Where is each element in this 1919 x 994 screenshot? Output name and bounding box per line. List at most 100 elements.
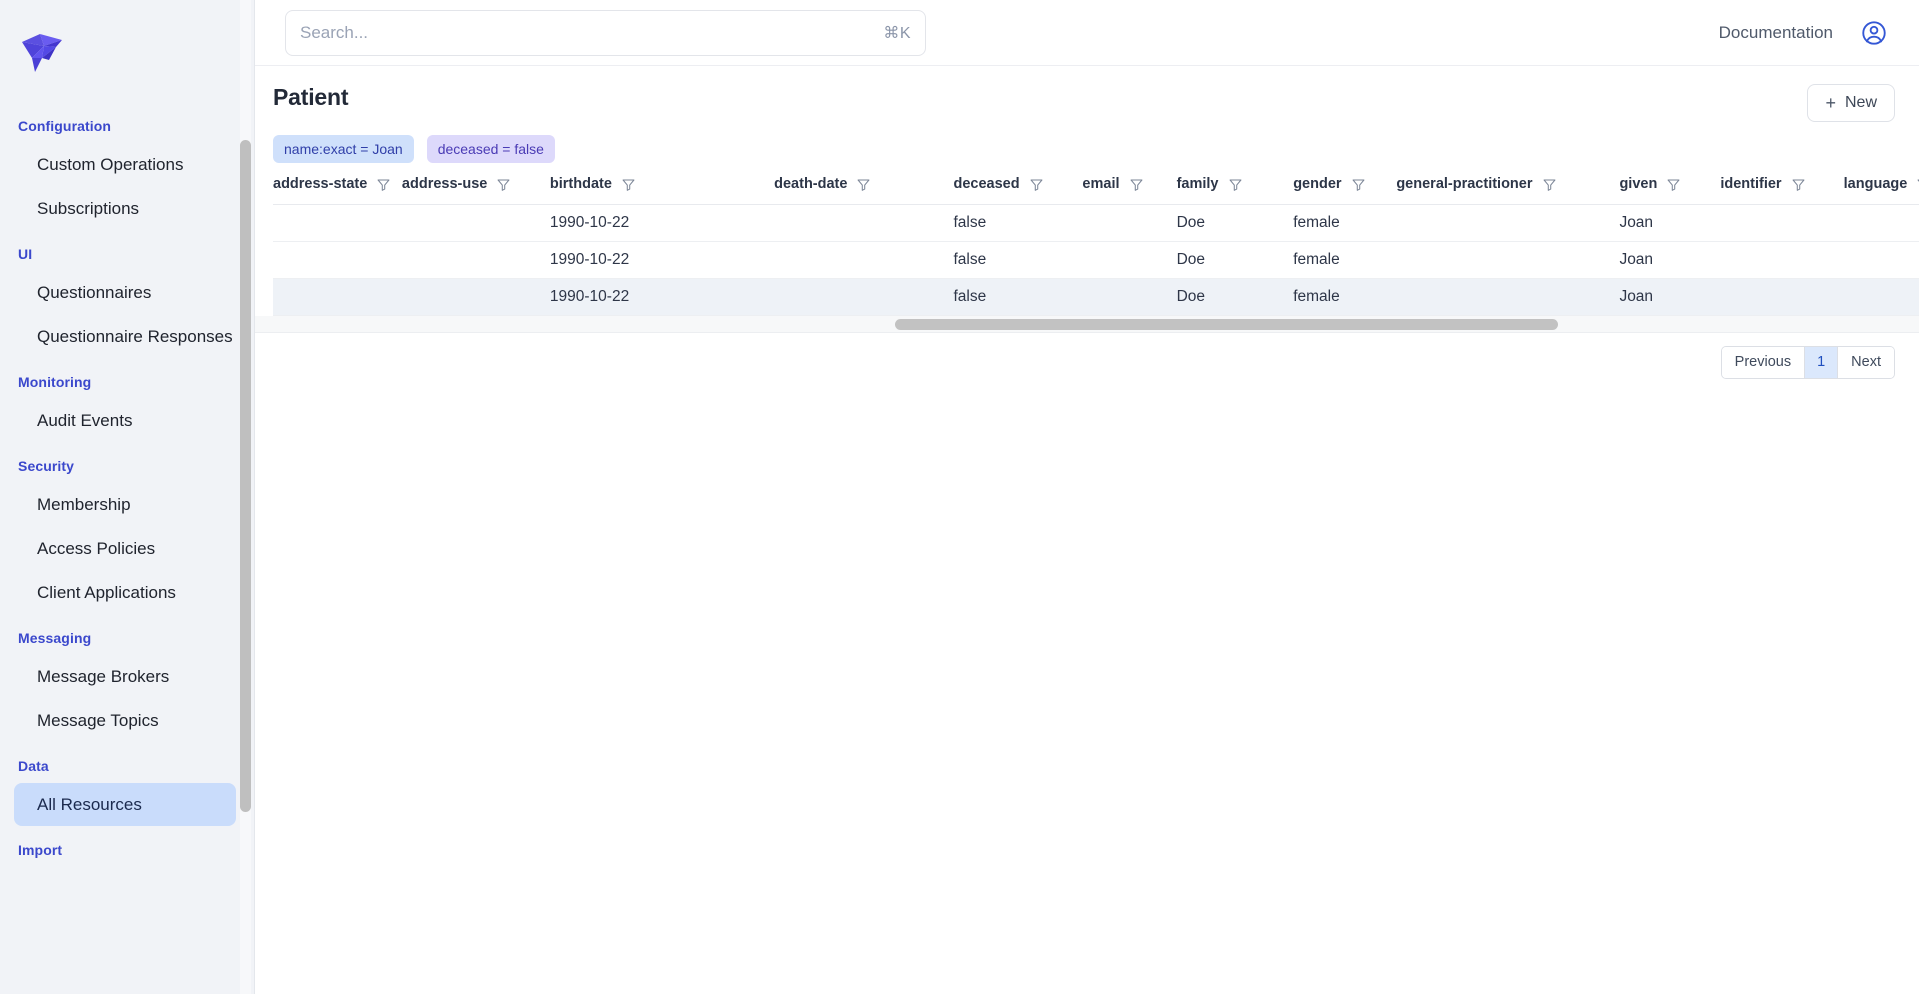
column-header-family[interactable]: family — [1176, 171, 1294, 205]
cell-birthdate: 1990-10-22 — [549, 278, 775, 316]
resource-table-container: address-state address-use birthdate death-d… — [255, 171, 1919, 333]
filter-funnel-icon[interactable] — [1228, 177, 1243, 192]
sidebar-item-access-policies[interactable]: Access Policies — [14, 527, 236, 570]
cell-address-state — [273, 204, 402, 242]
filter-chip-deceased[interactable]: deceased = false — [426, 135, 555, 163]
cell-email — [1082, 241, 1177, 279]
column-header-label: general-practitioner — [1396, 176, 1533, 192]
cell-death-date — [774, 204, 954, 242]
filter-funnel-icon[interactable] — [1351, 177, 1366, 192]
table-row[interactable]: 1990-10-22falseDoefemaleJoanJoan Doe — [273, 241, 1919, 279]
filter-funnel-icon[interactable] — [1666, 177, 1681, 192]
sidebar-section-monitoring: Monitoring Audit Events — [0, 364, 254, 442]
search-box[interactable]: ⌘K — [285, 9, 926, 56]
sidebar-nav: Configuration Custom Operations Subscrip… — [0, 108, 254, 866]
pagination-page-1-button[interactable]: 1 — [1805, 347, 1839, 379]
cell-family: Doe — [1176, 241, 1294, 279]
cell-language — [1843, 278, 1919, 316]
plus-icon: + — [1825, 93, 1836, 113]
column-header-label: address-use — [401, 176, 488, 192]
sidebar-section-import: Import — [0, 832, 254, 866]
filter-funnel-icon[interactable] — [621, 177, 636, 192]
sidebar-heading-security: Security — [18, 458, 75, 474]
filter-funnel-icon[interactable] — [1129, 177, 1144, 192]
table-row[interactable]: 1990-10-22falseDoefemaleJoanJoan Doe — [273, 278, 1919, 316]
column-header-identifier[interactable]: identifier — [1720, 171, 1844, 205]
sidebar-item-audit-events[interactable]: Audit Events — [14, 399, 236, 442]
column-header-label: language — [1843, 176, 1908, 192]
sidebar-item-message-brokers[interactable]: Message Brokers — [14, 655, 236, 698]
cell-identifier — [1720, 278, 1844, 316]
table-horizontal-scrollbar-thumb[interactable] — [895, 319, 1558, 330]
cell-deceased: false — [953, 241, 1083, 279]
cell-identifier — [1720, 241, 1844, 279]
sidebar-section-messaging: Messaging Message Brokers Message Topics — [0, 620, 254, 742]
column-header-death-date[interactable]: death-date — [774, 171, 954, 205]
sidebar-item-subscriptions[interactable]: Subscriptions — [14, 187, 236, 230]
sidebar-section-security: Security Membership Access Policies Clie… — [0, 448, 254, 614]
top-bar-right: Documentation — [1719, 18, 1895, 48]
sidebar-item-custom-operations[interactable]: Custom Operations — [14, 143, 236, 186]
table-row[interactable]: 1990-10-22falseDoefemaleJoanJoan Doe — [273, 204, 1919, 242]
cell-deceased: false — [953, 204, 1083, 242]
column-header-label: birthdate — [549, 176, 612, 192]
cell-email — [1082, 204, 1177, 242]
column-header-deceased[interactable]: deceased — [953, 171, 1083, 205]
column-header-birthdate[interactable]: birthdate — [549, 171, 775, 205]
cell-gender: female — [1293, 204, 1397, 242]
cell-language — [1843, 241, 1919, 279]
cell-deceased: false — [953, 278, 1083, 316]
sidebar-item-all-resources[interactable]: All Resources — [14, 783, 236, 826]
sidebar-item-message-topics[interactable]: Message Topics — [14, 699, 236, 742]
cell-address-use — [401, 278, 550, 316]
new-resource-button[interactable]: + New — [1807, 84, 1895, 122]
column-header-address-use[interactable]: address-use — [401, 171, 550, 205]
app-logo[interactable] — [0, 0, 254, 108]
cell-address-state — [273, 278, 402, 316]
column-header-label: email — [1082, 176, 1120, 192]
cell-given: Joan — [1619, 241, 1721, 279]
documentation-link[interactable]: Documentation — [1719, 23, 1833, 43]
filter-funnel-icon[interactable] — [856, 177, 871, 192]
cell-family: Doe — [1176, 204, 1294, 242]
filter-funnel-icon[interactable] — [496, 177, 511, 192]
user-circle-icon[interactable] — [1859, 18, 1889, 48]
filter-funnel-icon[interactable] — [1029, 177, 1044, 192]
filter-chip-list: name:exact = Joan deceased = false — [255, 122, 1919, 163]
filter-funnel-icon[interactable] — [1542, 177, 1557, 192]
column-header-given[interactable]: given — [1619, 171, 1721, 205]
column-header-address-state[interactable]: address-state — [273, 171, 402, 205]
cell-email — [1082, 278, 1177, 316]
pagination-next-button[interactable]: Next — [1838, 347, 1894, 379]
sidebar-heading-monitoring: Monitoring — [18, 374, 92, 390]
sidebar: Configuration Custom Operations Subscrip… — [0, 0, 255, 994]
table-horizontal-scrollbar-track[interactable] — [255, 316, 1919, 333]
top-bar: ⌘K Documentation — [255, 0, 1919, 66]
cell-gender: female — [1293, 241, 1397, 279]
sidebar-heading-configuration: Configuration — [18, 118, 112, 134]
filter-funnel-icon[interactable] — [1791, 177, 1806, 192]
filter-funnel-icon[interactable] — [376, 177, 391, 192]
column-header-label: family — [1176, 176, 1219, 192]
column-header-email[interactable]: email — [1082, 171, 1177, 205]
resource-table-body: 1990-10-22 false Doefemale JoanJoan Doe 1990… — [273, 204, 1919, 316]
column-header-label: deceased — [953, 176, 1020, 192]
page-title: Patient — [273, 84, 349, 110]
medplum-bird-logo-icon — [22, 34, 62, 72]
pagination-previous-button[interactable]: Previous — [1721, 347, 1806, 379]
sidebar-item-client-applications[interactable]: Client Applications — [14, 571, 236, 614]
cell-birthdate: 1990-10-22 — [549, 241, 775, 279]
sidebar-item-membership[interactable]: Membership — [14, 483, 236, 526]
sidebar-heading-import: Import — [18, 842, 63, 858]
search-input[interactable] — [300, 22, 876, 43]
column-header-gender[interactable]: gender — [1293, 171, 1397, 205]
cell-language — [1843, 204, 1919, 242]
column-header-label: identifier — [1720, 176, 1782, 192]
filter-chip-name-exact[interactable]: name:exact = Joan — [273, 135, 414, 163]
column-header-general-practitioner[interactable]: general-practitioner — [1396, 171, 1620, 205]
cell-given: Joan — [1619, 278, 1721, 316]
sidebar-item-questionnaires[interactable]: Questionnaires — [14, 271, 236, 314]
sidebar-scrollbar-thumb[interactable] — [240, 140, 251, 812]
column-header-language[interactable]: language — [1843, 171, 1919, 205]
sidebar-item-questionnaire-responses[interactable]: Questionnaire Responses — [14, 315, 236, 358]
